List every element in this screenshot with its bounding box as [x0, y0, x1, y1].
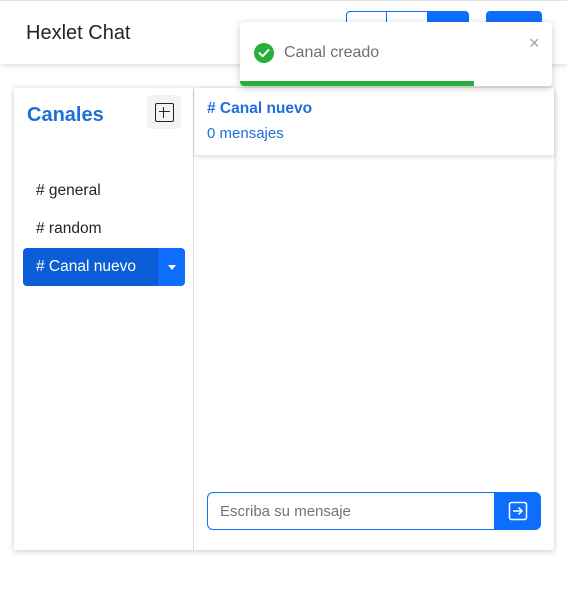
channel-label: # Canal nuevo: [36, 258, 136, 275]
message-input[interactable]: [207, 492, 495, 530]
channel-title: # Canal nuevo: [207, 100, 313, 117]
arrow-right-square-icon: [508, 501, 528, 521]
channels-sidebar: Canales # general # random # Canal nuevo: [14, 88, 194, 550]
plus-square-icon: [154, 102, 174, 122]
channel-item-random[interactable]: # random: [23, 210, 185, 248]
add-channel-button[interactable]: [147, 95, 181, 129]
chat-container: Canales # general # random # Canal nuevo: [14, 88, 554, 550]
channel-item-canal-nuevo: # Canal nuevo: [23, 248, 185, 286]
toast-progress-bar: [240, 81, 474, 86]
brand-link[interactable]: Hexlet Chat: [26, 22, 131, 45]
chat-area: # Canal nuevo 0 mensajes: [195, 88, 554, 550]
check-circle-icon: [254, 43, 274, 63]
close-icon[interactable]: ×: [529, 34, 540, 52]
channel-list: # general # random # Canal nuevo: [23, 172, 185, 286]
channel-item-general[interactable]: # general: [23, 172, 185, 210]
chat-header: # Canal nuevo 0 mensajes: [195, 88, 554, 155]
toast-notification: Canal creado ×: [240, 22, 552, 86]
channels-title: Canales: [27, 104, 104, 126]
send-button[interactable]: [495, 492, 541, 530]
channel-button-active[interactable]: # Canal nuevo: [23, 248, 157, 286]
channel-dropdown-toggle[interactable]: [157, 248, 185, 286]
channel-label: # general: [36, 182, 101, 199]
message-form: [207, 492, 541, 530]
channel-label: # random: [36, 220, 102, 237]
message-count: 0 mensajes: [207, 125, 284, 142]
toast-message: Canal creado: [284, 44, 380, 61]
caret-down-icon: [167, 264, 176, 270]
